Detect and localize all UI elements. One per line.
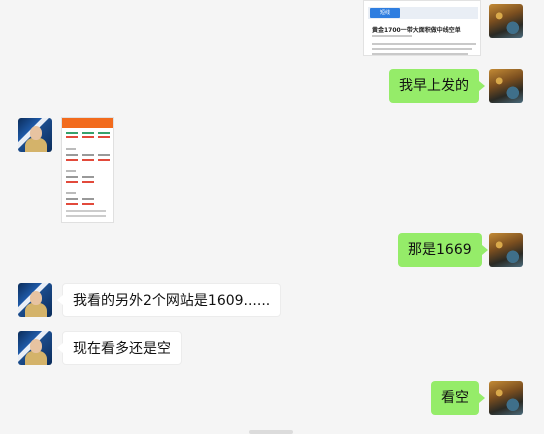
image-row xyxy=(66,198,78,200)
image-row xyxy=(82,159,94,161)
image-row xyxy=(82,154,94,156)
image-row xyxy=(82,198,94,200)
article-card-title: 黄金1700一带大面积做中线空单 xyxy=(372,27,461,34)
avatar-figure-face xyxy=(30,126,42,140)
article-card-meta-line xyxy=(372,35,412,37)
image-row xyxy=(98,136,110,138)
image-row xyxy=(66,210,106,212)
image-row xyxy=(66,136,78,138)
avatar-figure-face xyxy=(30,339,42,353)
article-card-header: 短线 xyxy=(368,7,478,19)
image-row xyxy=(98,154,110,156)
message-bubble-self: 我早上发的 xyxy=(389,69,485,103)
article-card-text-line xyxy=(372,48,472,50)
message-bubble-self: 看空 xyxy=(431,381,485,415)
image-message[interactable] xyxy=(61,117,114,223)
image-row xyxy=(66,132,78,134)
self-avatar[interactable] xyxy=(489,69,523,103)
self-avatar[interactable] xyxy=(489,233,523,267)
image-row xyxy=(98,132,110,134)
scroll-indicator[interactable] xyxy=(249,430,293,434)
image-row xyxy=(66,192,76,194)
image-row xyxy=(82,132,94,134)
image-row xyxy=(66,203,78,205)
image-row xyxy=(98,159,110,161)
avatar-figure-body xyxy=(25,303,47,317)
avatar-figure-body xyxy=(25,351,47,365)
message-bubble-other: 我看的另外2个网站是1609...... xyxy=(56,283,282,317)
image-row xyxy=(66,181,78,183)
image-row xyxy=(66,170,76,172)
article-card-text-line xyxy=(372,53,468,55)
article-card[interactable]: 短线 黄金1700一带大面积做中线空单 xyxy=(363,0,481,56)
image-row xyxy=(82,176,94,178)
contact-avatar[interactable] xyxy=(18,283,52,317)
image-row xyxy=(66,154,78,156)
image-row xyxy=(82,136,94,138)
image-row xyxy=(66,159,78,161)
message-bubble-self: 那是1669 xyxy=(398,233,488,267)
image-row xyxy=(66,215,106,217)
avatar-figure-face xyxy=(30,291,42,305)
image-row xyxy=(82,181,94,183)
self-avatar[interactable] xyxy=(489,381,523,415)
image-row xyxy=(82,203,94,205)
image-row xyxy=(66,148,76,150)
avatar-figure-body xyxy=(25,138,47,152)
image-row xyxy=(66,176,78,178)
contact-avatar[interactable] xyxy=(18,118,52,152)
contact-avatar[interactable] xyxy=(18,331,52,365)
image-header-bar xyxy=(62,118,113,128)
self-avatar[interactable] xyxy=(489,4,523,38)
message-bubble-other: 现在看多还是空 xyxy=(57,331,182,365)
article-card-text-line xyxy=(372,43,476,45)
article-card-tab: 短线 xyxy=(370,8,400,18)
